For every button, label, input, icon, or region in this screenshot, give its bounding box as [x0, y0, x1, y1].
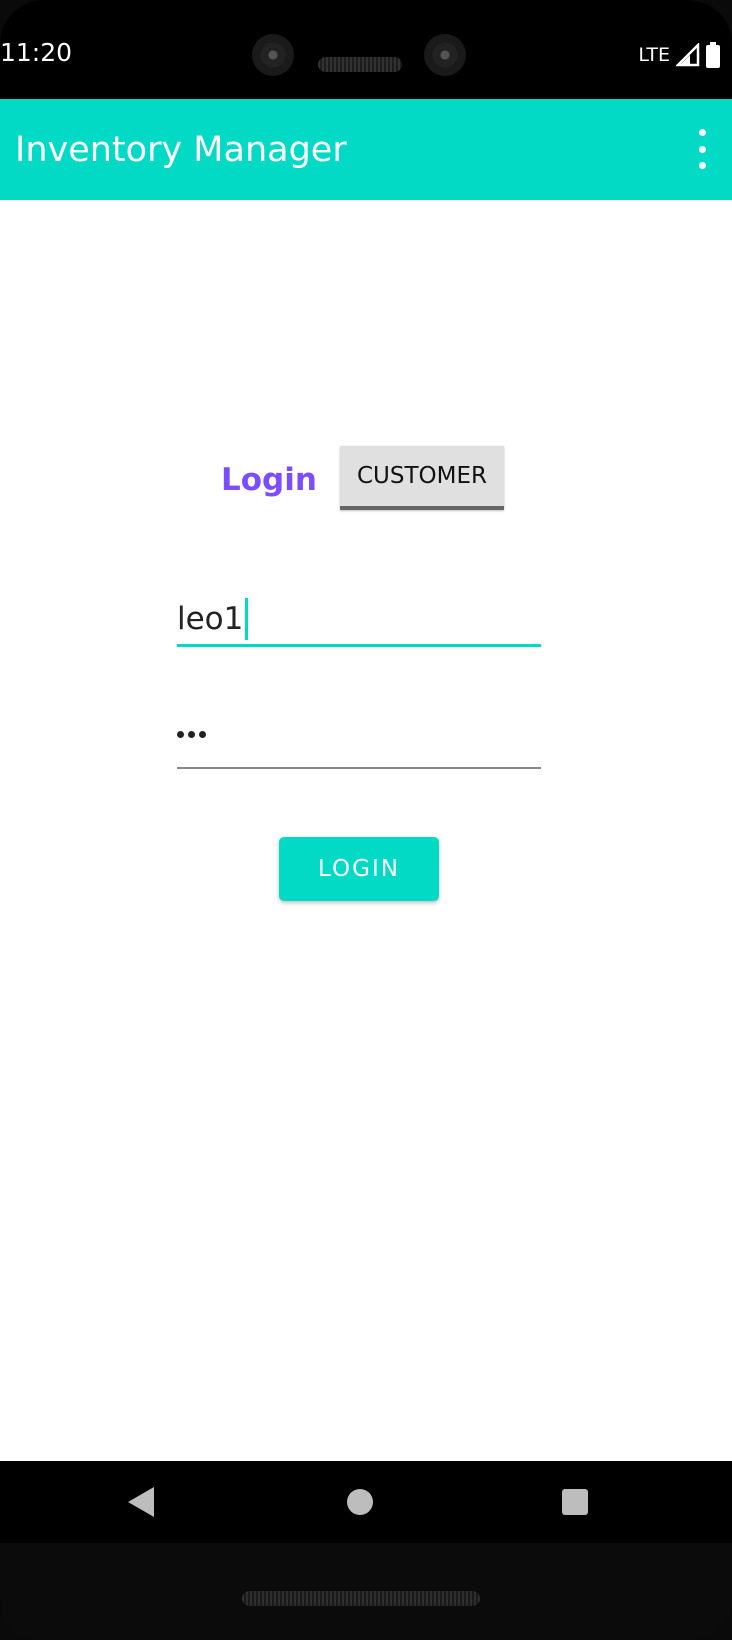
- login-heading: Login: [221, 462, 317, 498]
- back-triangle-icon[interactable]: [128, 1487, 154, 1517]
- battery-icon: [706, 42, 720, 68]
- phone-frame: 11:20 LTE Inventory Manager Login CUSTOM…: [0, 0, 732, 1640]
- login-button[interactable]: LOGIN: [279, 837, 439, 901]
- cell-signal-icon: [676, 43, 700, 67]
- front-camera-icon: [424, 34, 466, 76]
- earpiece-speaker: [318, 57, 402, 72]
- bottom-speaker-grille: [242, 1591, 480, 1606]
- recents-square-icon[interactable]: [562, 1489, 588, 1515]
- status-time: 11:20: [0, 38, 73, 67]
- network-type-label: LTE: [638, 44, 670, 66]
- customer-mode-button[interactable]: CUSTOMER: [340, 446, 504, 510]
- app-title: Inventory Manager: [15, 130, 347, 170]
- app-bar: Inventory Manager: [0, 99, 732, 200]
- password-field[interactable]: [177, 707, 541, 769]
- username-value: leo1: [177, 601, 244, 637]
- status-bar: 11:20 LTE: [0, 0, 732, 99]
- status-indicators: LTE: [638, 40, 720, 70]
- login-screen: Login CUSTOMER leo1 LOGIN: [0, 200, 732, 1461]
- overflow-menu-icon[interactable]: [690, 129, 714, 169]
- navigation-bar: [0, 1461, 732, 1543]
- home-circle-icon[interactable]: [347, 1489, 373, 1515]
- username-field[interactable]: leo1: [177, 582, 541, 647]
- front-camera-icon: [252, 34, 294, 76]
- password-mask: [177, 731, 206, 738]
- text-cursor: [245, 598, 249, 640]
